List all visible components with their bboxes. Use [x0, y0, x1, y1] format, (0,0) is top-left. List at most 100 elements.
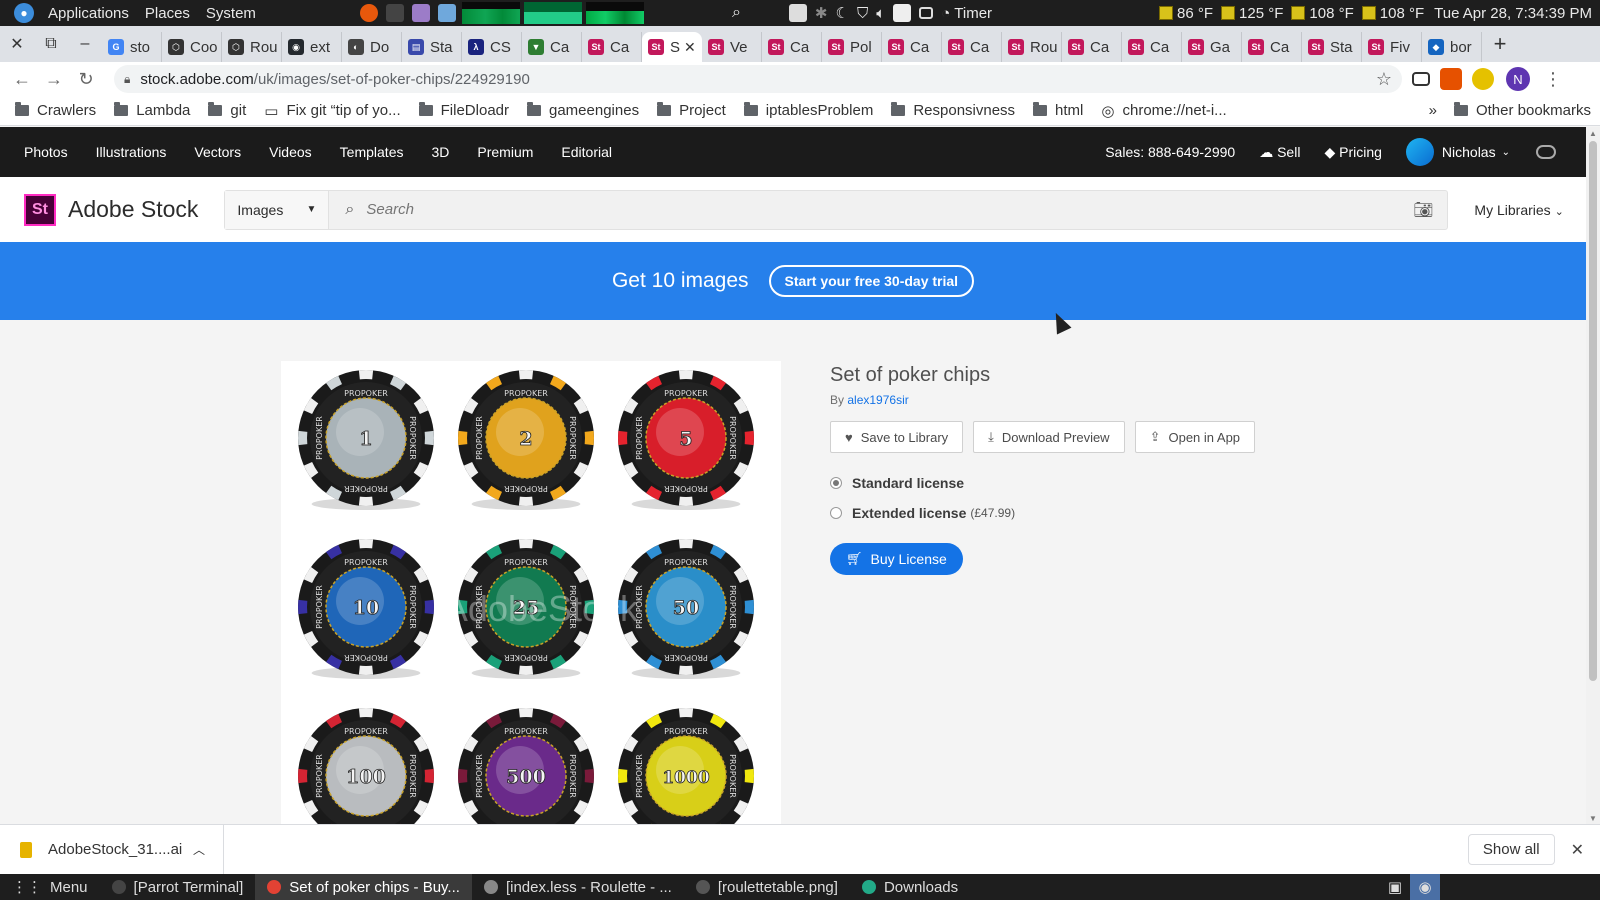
reload-button[interactable]: ↻ — [70, 63, 102, 95]
bookmark-item[interactable]: ◎ chrome://net-i... — [1092, 102, 1235, 120]
bookmark-item[interactable]: Lambda — [105, 102, 199, 120]
bookmark-item[interactable]: git — [199, 102, 255, 120]
browser-tab[interactable]: St Ca — [1242, 32, 1302, 62]
my-libraries-button[interactable]: My Libraries ⌄ — [1474, 202, 1563, 218]
menu-system[interactable]: System — [198, 0, 264, 26]
other-bookmarks[interactable]: Other bookmarks — [1445, 102, 1600, 119]
browser-tab[interactable]: ◐ Do — [342, 32, 402, 62]
brand-name[interactable]: Adobe Stock — [68, 196, 198, 223]
extended-license-option[interactable]: Extended license (£47.99) — [830, 505, 1430, 521]
minimize-icon[interactable]: ‒ — [68, 26, 102, 62]
app-launcher-icon[interactable] — [411, 4, 430, 22]
sales-phone[interactable]: Sales: 888-649-2990 — [1093, 144, 1247, 160]
bookmark-item[interactable]: FileDloadr — [410, 102, 518, 120]
taskbar-window-button[interactable]: Set of poker chips - Buy... — [255, 874, 472, 900]
close-window-icon[interactable]: ✕ — [0, 26, 34, 62]
user-menu[interactable]: Nicholas ⌄ — [1394, 138, 1522, 166]
download-item[interactable]: AdobeStock_31....ai ︿ — [0, 824, 224, 875]
nav-editorial[interactable]: Editorial — [547, 144, 626, 160]
chrome-icon[interactable]: ◉ — [1410, 874, 1440, 900]
parrot-logo-icon[interactable]: ● — [14, 3, 34, 23]
bookmark-item[interactable]: iptablesProblem — [735, 102, 883, 120]
browser-tab[interactable]: St S ✕ — [642, 32, 702, 62]
profile-avatar[interactable]: N — [1506, 67, 1530, 91]
author-link[interactable]: alex1976sir — [847, 393, 908, 407]
bookmark-item[interactable]: gameengines — [518, 102, 648, 120]
creative-cloud-icon[interactable] — [1536, 145, 1556, 159]
bookmark-item[interactable]: ▭ Fix git “tip of yo... — [255, 102, 409, 120]
browser-tab[interactable]: ⬡ Rou — [222, 32, 282, 62]
extension-icon[interactable] — [1472, 68, 1494, 90]
browser-menu-icon[interactable]: ⋮ — [1544, 69, 1562, 90]
restore-icon[interactable]: ⧉ — [34, 26, 68, 62]
browser-tab[interactable]: St Ca — [762, 32, 822, 62]
menu-applications[interactable]: Applications — [40, 0, 137, 26]
show-all-downloads-button[interactable]: Show all — [1467, 834, 1555, 865]
open-in-app-button[interactable]: ⇪ Open in App — [1134, 421, 1256, 453]
browser-tab[interactable]: St Rou — [1002, 32, 1062, 62]
clipboard-icon[interactable] — [893, 4, 912, 22]
adobe-stock-logo[interactable]: St — [24, 193, 56, 226]
bookmark-item[interactable]: html — [1024, 102, 1092, 120]
browser-tab[interactable]: ⬡ Coo — [162, 32, 222, 62]
nav-vectors[interactable]: Vectors — [180, 144, 255, 160]
search-scope-select[interactable]: Images ▼ — [225, 190, 330, 229]
taskbar-menu-button[interactable]: ⋮⋮ Menu — [0, 874, 100, 900]
volume-icon[interactable]: 🔈︎ — [876, 5, 885, 22]
browser-tab[interactable]: St Pol — [822, 32, 882, 62]
forward-button[interactable]: → — [38, 63, 70, 95]
screen-icon[interactable]: ▣ — [1380, 874, 1410, 900]
browser-tab[interactable]: St Ga — [1182, 32, 1242, 62]
close-tab-icon[interactable]: ✕ — [684, 39, 696, 56]
scroll-up-icon[interactable]: ▲ — [1589, 129, 1597, 138]
pricing-link[interactable]: ◆ Pricing — [1312, 144, 1393, 161]
nav-3d[interactable]: 3D — [417, 144, 463, 160]
browser-tab[interactable]: λ CS — [462, 32, 522, 62]
visual-search-camera-icon[interactable]: 📷︎ — [1413, 200, 1433, 220]
chevron-up-icon[interactable]: ︿ — [193, 841, 205, 858]
terminal-icon[interactable] — [385, 4, 404, 22]
address-bar[interactable]: 🔒︎ stock.adobe.com/uk/images/set-of-poke… — [114, 65, 1402, 93]
timer-icon[interactable]: ◔ — [941, 5, 950, 22]
bookmarks-overflow-button[interactable]: » — [1421, 102, 1445, 119]
nav-templates[interactable]: Templates — [326, 144, 418, 160]
lock-icon[interactable]: 🔒︎ — [124, 72, 130, 87]
back-button[interactable]: ← — [6, 63, 38, 95]
browser-tab[interactable]: St Ca — [1122, 32, 1182, 62]
sell-link[interactable]: ☁︎ Sell — [1247, 144, 1312, 161]
menu-places[interactable]: Places — [137, 0, 198, 26]
download-preview-button[interactable]: ⤓ Download Preview — [973, 421, 1125, 453]
night-light-icon[interactable]: ☾ — [835, 4, 848, 22]
taskbar-window-button[interactable]: [roulettetable.png] — [684, 874, 850, 900]
bluetooth-icon[interactable]: ✱ — [815, 4, 828, 22]
bookmark-item[interactable]: Responsivness — [882, 102, 1024, 120]
taskbar-window-button[interactable]: [Parrot Terminal] — [100, 874, 256, 900]
nav-premium[interactable]: Premium — [463, 144, 547, 160]
new-tab-button[interactable]: + — [1482, 26, 1518, 62]
cast-icon[interactable] — [1412, 72, 1430, 86]
browser-tab[interactable]: ◉ ext — [282, 32, 342, 62]
browser-tab[interactable]: Gsto — [102, 32, 162, 62]
browser-tab[interactable]: St Ca — [882, 32, 942, 62]
timer-label[interactable]: Timer — [954, 0, 1000, 26]
bookmark-item[interactable]: Crawlers — [6, 102, 105, 120]
browser-tab[interactable]: ◆ bor — [1422, 32, 1482, 62]
browser-tab[interactable]: St Ve — [702, 32, 762, 62]
asset-preview-image[interactable]: PROPOKER PROPOKER PROPOKER PROPOKER 1 PROPOKE… — [281, 361, 781, 824]
radio-unselected[interactable] — [830, 507, 842, 519]
close-icon[interactable]: ✕ — [1571, 840, 1584, 860]
browser-tab[interactable]: St Sta — [1302, 32, 1362, 62]
radio-selected[interactable] — [830, 477, 842, 489]
browser-tab[interactable]: St Ca — [1062, 32, 1122, 62]
shield-icon[interactable]: ⛉ — [857, 5, 868, 22]
taskbar-window-button[interactable]: Downloads — [850, 874, 970, 900]
firefox-icon[interactable] — [359, 4, 378, 22]
extension-icon[interactable] — [1440, 68, 1462, 90]
bookmark-item[interactable]: Project — [648, 102, 735, 120]
browser-tab[interactable]: St Ca — [582, 32, 642, 62]
browser-tab[interactable]: St Fiv — [1362, 32, 1422, 62]
taskbar-window-button[interactable]: [index.less - Roulette - ... — [472, 874, 684, 900]
display-icon[interactable] — [919, 7, 934, 19]
browser-tab[interactable]: St Ca — [942, 32, 1002, 62]
bookmark-star-icon[interactable]: ☆ — [1376, 69, 1392, 90]
